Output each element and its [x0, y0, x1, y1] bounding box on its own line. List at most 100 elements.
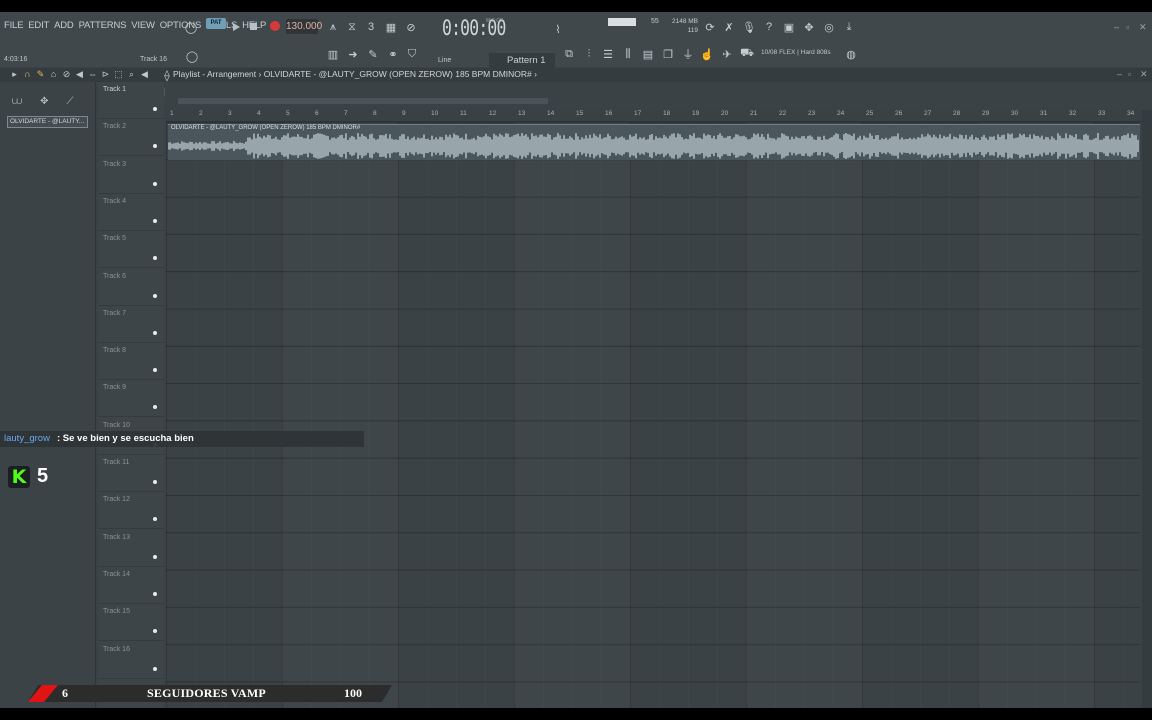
track-header[interactable]: Track 15: [98, 604, 164, 642]
magnet-icon[interactable]: ∩: [23, 69, 32, 80]
paint-icon[interactable]: ⌂: [49, 69, 58, 80]
track-header[interactable]: Track 5: [98, 231, 164, 269]
playlist-back-icon[interactable]: ⟠: [160, 68, 174, 82]
play-button[interactable]: [229, 20, 243, 34]
knob-icon[interactable]: ◯: [185, 49, 199, 63]
faders-icon[interactable]: ⫼: [621, 47, 635, 61]
refresh-icon[interactable]: ⟳: [703, 20, 717, 34]
timeline-ruler[interactable]: 1 2 3 4 5 6 7 8 9 10 11 12 13 14 15 16 17 18 19 20 21 22 23 24 2…: [166, 110, 1142, 122]
files-icon[interactable]: ❐: [661, 47, 675, 61]
piano-roll-icon[interactable]: ▥: [326, 47, 340, 61]
countdown-icon[interactable]: 3: [364, 20, 378, 34]
tempo-tapper-icon[interactable]: ✈: [720, 47, 734, 61]
audio-clip[interactable]: OLVIDARTE - @LAUTY_GROW (OPEN ZEROW) 185…: [168, 124, 1140, 160]
pencil-icon[interactable]: ✎: [366, 47, 380, 61]
stamp-icon[interactable]: ⛉: [405, 47, 419, 61]
clip-list-icon[interactable]: ⩊: [12, 96, 22, 107]
news-ticker[interactable]: 10/08 FLEX | Hard 808s: [761, 49, 831, 56]
track-enable-led[interactable]: [153, 218, 157, 223]
draw-icon[interactable]: ✎: [36, 69, 45, 80]
step-edit-icon[interactable]: ▦: [384, 20, 398, 34]
play-arrow-icon[interactable]: ▸: [10, 69, 19, 80]
track-enable-led[interactable]: [153, 554, 157, 559]
track-enable-led[interactable]: [153, 368, 157, 373]
track-header[interactable]: Track 14: [98, 567, 164, 604]
playlist-icon[interactable]: ⧉: [562, 47, 576, 61]
pencil-small-icon[interactable]: ⟋: [67, 96, 74, 107]
playlist-close-icon[interactable]: ✕: [1140, 69, 1148, 80]
touch-icon[interactable]: ☝: [700, 47, 714, 61]
plug-icon[interactable]: ⏚: [681, 47, 695, 61]
track-header[interactable]: Track 4: [98, 194, 164, 231]
master-volume-slider[interactable]: [608, 18, 636, 26]
track-header[interactable]: Track 16: [98, 642, 164, 679]
blend-notes-icon[interactable]: ⊘: [404, 20, 418, 34]
close-window-icon[interactable]: ✕: [1139, 22, 1147, 33]
pat-song-toggle[interactable]: PAT: [206, 18, 226, 29]
snap-select[interactable]: Line: [424, 53, 476, 69]
wait-input-icon[interactable]: ⧖: [345, 20, 359, 34]
track-enable-led[interactable]: [153, 666, 157, 671]
horizontal-scrollbar[interactable]: [178, 98, 548, 104]
arrow-right-icon[interactable]: ➜: [346, 47, 360, 61]
tempo-display[interactable]: 130.000: [286, 19, 322, 34]
help-icon[interactable]: ?: [762, 20, 776, 34]
track-enable-led[interactable]: [153, 517, 157, 522]
channel-rack-icon[interactable]: ⫶: [582, 47, 596, 61]
pattern-select[interactable]: Pattern 1: [489, 53, 555, 69]
track-header[interactable]: Track 2: [98, 119, 164, 157]
select-icon[interactable]: ⬚: [114, 69, 123, 80]
track-enable-led[interactable]: [153, 107, 157, 111]
delete-icon[interactable]: ⊘: [62, 69, 71, 80]
download-icon[interactable]: ⤓: [842, 20, 856, 34]
track-enable-led[interactable]: [153, 330, 157, 335]
track-enable-led[interactable]: [153, 256, 157, 261]
browser-icon[interactable]: ▤: [641, 47, 655, 61]
menu-edit[interactable]: EDIT: [28, 20, 49, 31]
save-icon[interactable]: ▣: [782, 20, 796, 34]
mute-icon[interactable]: ◀: [75, 69, 84, 80]
track-header[interactable]: Track 12: [98, 492, 164, 530]
track-enable-led[interactable]: [153, 480, 157, 484]
minimize-window-icon[interactable]: –: [1114, 22, 1119, 32]
slice-icon[interactable]: ⊳: [101, 69, 110, 80]
slip-icon[interactable]: ⇔: [88, 69, 97, 80]
track-enable-led[interactable]: [153, 629, 157, 634]
move-icon[interactable]: ✥: [40, 96, 48, 107]
maximize-window-icon[interactable]: ▫: [1126, 22, 1129, 32]
track-enable-led[interactable]: [153, 405, 157, 410]
track-header[interactable]: Track 13: [98, 530, 164, 567]
track-header[interactable]: Track 3: [98, 157, 164, 194]
mixer-icon[interactable]: ☰: [601, 47, 615, 61]
close-cross-icon[interactable]: ✗: [722, 20, 736, 34]
playlist-minimize-icon[interactable]: –: [1117, 69, 1122, 79]
menu-view[interactable]: VIEW: [131, 20, 155, 31]
clip-source-button[interactable]: OLVIDARTE - @LAUTY...: [7, 116, 88, 128]
link-icon[interactable]: ⚭: [386, 47, 400, 61]
track-enable-led[interactable]: [153, 591, 157, 596]
plugin-icon[interactable]: ✥: [802, 20, 816, 34]
menu-file[interactable]: FILE: [4, 20, 23, 31]
globe-icon[interactable]: ◍: [844, 47, 858, 61]
vertical-scrollbar[interactable]: [1142, 110, 1152, 708]
menu-patterns[interactable]: PATTERNS: [79, 20, 127, 31]
menu-add[interactable]: ADD: [54, 20, 74, 31]
chat-icon[interactable]: ◎: [822, 20, 836, 34]
track-enable-led[interactable]: [153, 181, 157, 186]
track-header[interactable]: Track 11: [98, 455, 164, 492]
playlist-grid[interactable]: [166, 122, 1140, 708]
playlist-maximize-icon[interactable]: ▫: [1128, 69, 1131, 79]
track-header[interactable]: Track 9: [98, 380, 164, 418]
microphone-icon[interactable]: 🎙: [742, 20, 756, 34]
track-header[interactable]: Track 7: [98, 306, 164, 343]
track-header[interactable]: Track 8: [98, 343, 164, 381]
stop-button[interactable]: [250, 23, 257, 30]
track-enable-led[interactable]: [153, 144, 157, 149]
zoom-icon[interactable]: ⌕: [127, 69, 136, 80]
track-header[interactable]: Track 6: [98, 269, 164, 306]
cart-icon[interactable]: ⛟: [740, 47, 754, 61]
track-enable-led[interactable]: [153, 293, 157, 298]
metronome-icon[interactable]: ⩚: [326, 20, 340, 34]
track-header[interactable]: Track 1: [98, 82, 164, 119]
record-button[interactable]: [270, 21, 280, 31]
